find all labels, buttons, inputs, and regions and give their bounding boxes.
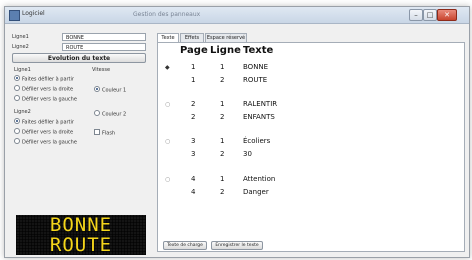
row-6-ligne: 2 [220, 150, 225, 158]
row-8-page: 4 [191, 188, 196, 196]
line1-option-1[interactable]: Faites défiler à partir [14, 75, 74, 84]
row-6-texte[interactable]: 30 [243, 150, 252, 158]
line1-group-title: Ligne1 [14, 67, 31, 73]
led-display-line1: BONNE [16, 215, 146, 235]
row-2-ligne: 2 [220, 76, 225, 84]
tab-espace-reserve[interactable]: Espace réservé [205, 33, 247, 42]
close-icon: ✕ [444, 11, 450, 19]
line2-option-2[interactable]: Défiler vers la droite [14, 128, 73, 137]
maximize-icon: □ [426, 11, 434, 19]
row-selector-icon[interactable]: ◆ [165, 64, 170, 71]
row-5-texte[interactable]: Écoliers [243, 137, 270, 145]
row-5-ligne: 1 [220, 137, 225, 145]
app-icon [9, 10, 20, 21]
row-7-ligne: 1 [220, 175, 225, 183]
column-header-ligne: Ligne [210, 45, 241, 56]
speed-option-1[interactable]: Couleur 1 [94, 86, 126, 95]
window-title: Logiciel [22, 10, 45, 17]
row-6-page: 3 [191, 150, 196, 158]
column-header-page: Page [180, 45, 208, 56]
text-table-panel: Page Ligne Texte ◆ 1 1 BONNE 1 2 ROUTE ○… [157, 42, 465, 252]
radio-icon [94, 110, 100, 116]
row-3-page: 2 [191, 100, 196, 108]
row-4-texte[interactable]: ENFANTS [243, 113, 275, 121]
radio-icon [14, 118, 20, 124]
row-4-page: 2 [191, 113, 196, 121]
tab-effets[interactable]: Effets [180, 33, 204, 42]
row-selector-icon[interactable]: ○ [165, 176, 170, 183]
row-4-ligne: 2 [220, 113, 225, 121]
led-display-line2: ROUTE [16, 235, 146, 255]
row-3-ligne: 1 [220, 100, 225, 108]
app-window: Logiciel Gestion des panneaux – □ ✕ Lign… [4, 6, 470, 258]
row-2-page: 1 [191, 76, 196, 84]
column-header-texte: Texte [243, 45, 274, 56]
title-bar: Logiciel Gestion des panneaux – □ ✕ [5, 7, 469, 24]
row-7-page: 4 [191, 175, 196, 183]
maximize-button[interactable]: □ [423, 9, 437, 21]
line2-option-1[interactable]: Faites défiler à partir [14, 118, 74, 127]
line2-input[interactable]: ROUTE [62, 43, 146, 51]
minimize-icon: – [414, 11, 418, 19]
left-panel: Ligne1 BONNE Ligne2 ROUTE Evolution du t… [10, 29, 146, 255]
speed-group-title: Vitesse [92, 67, 111, 73]
save-text-button[interactable]: Enregistrer le texte [211, 241, 263, 250]
speed-option-2[interactable]: Couleur 2 [94, 110, 126, 119]
line1-option-2[interactable]: Défiler vers la droite [14, 85, 73, 94]
flash-checkbox[interactable]: Flash [94, 129, 115, 138]
row-8-texte[interactable]: Danger [243, 188, 269, 196]
line2-label: Ligne2 [12, 44, 29, 50]
row-5-page: 3 [191, 137, 196, 145]
line2-option-3[interactable]: Défiler vers la gauche [14, 138, 77, 147]
radio-icon [14, 138, 20, 144]
row-1-texte[interactable]: BONNE [243, 63, 268, 71]
minimize-button[interactable]: – [409, 9, 423, 21]
load-text-button[interactable]: Texte de charge [163, 241, 207, 250]
row-1-ligne: 1 [220, 63, 225, 71]
line1-option-3[interactable]: Défiler vers la gauche [14, 95, 77, 104]
radio-icon [94, 86, 100, 92]
row-8-ligne: 2 [220, 188, 225, 196]
row-7-texte[interactable]: Attention [243, 175, 275, 183]
radio-icon [14, 128, 20, 134]
right-panel: Texte Effets Espace réservé Page Ligne T… [153, 29, 467, 253]
radio-icon [14, 85, 20, 91]
close-button[interactable]: ✕ [437, 9, 457, 21]
row-selector-icon[interactable]: ○ [165, 101, 170, 108]
line1-input[interactable]: BONNE [62, 33, 146, 41]
row-3-texte[interactable]: RALENTIR [243, 100, 277, 108]
line2-group-title: Ligne2 [14, 109, 31, 115]
evolution-button[interactable]: Evolution du texte [12, 53, 146, 63]
row-2-texte[interactable]: ROUTE [243, 76, 267, 84]
window-subtitle: Gestion des panneaux [133, 11, 201, 18]
row-1-page: 1 [191, 63, 196, 71]
radio-icon [14, 95, 20, 101]
row-selector-icon[interactable]: ○ [165, 138, 170, 145]
checkbox-icon [94, 129, 100, 135]
radio-icon [14, 75, 20, 81]
line1-label: Ligne1 [12, 34, 29, 40]
